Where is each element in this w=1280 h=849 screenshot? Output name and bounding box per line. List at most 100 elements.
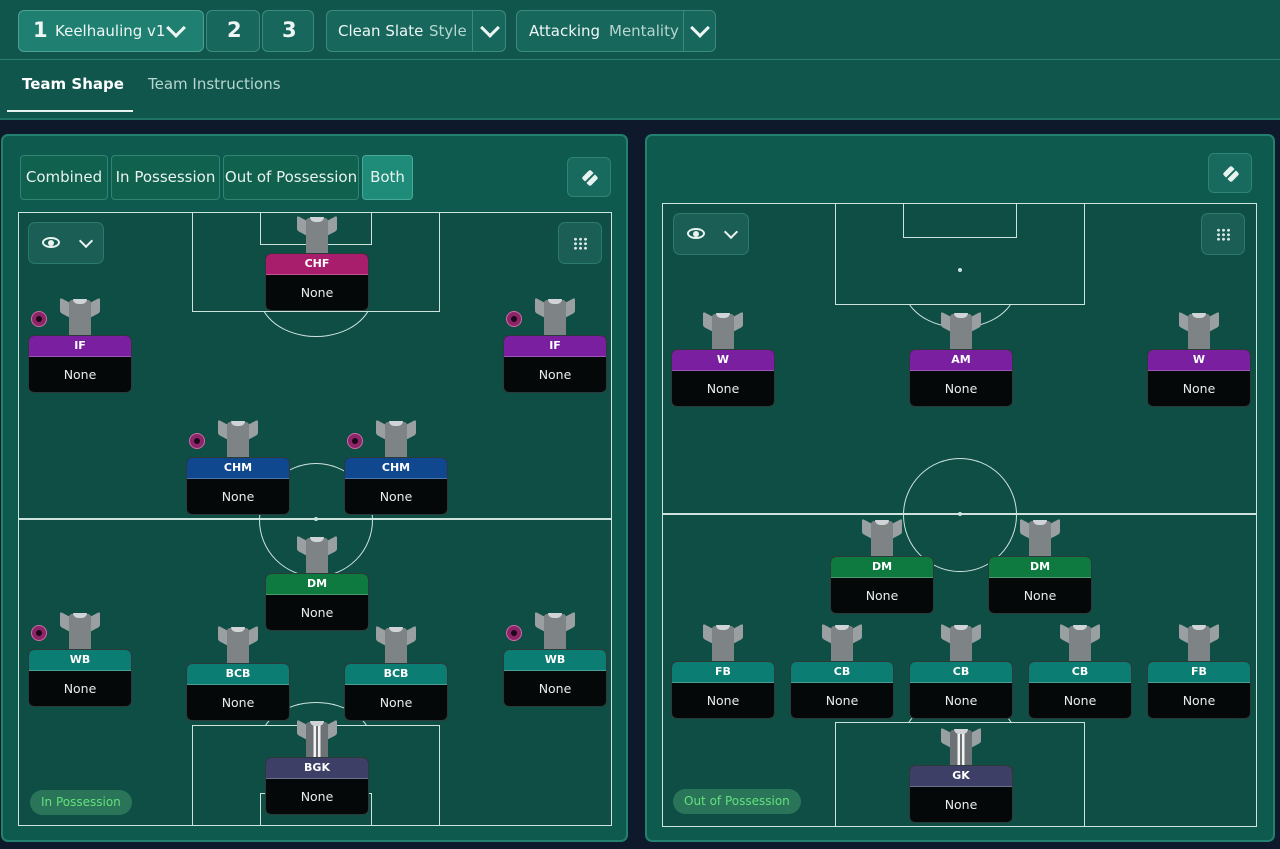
- view-combined-button[interactable]: Combined: [20, 155, 108, 200]
- player-card[interactable]: DM None: [988, 556, 1092, 614]
- eye-icon: [42, 237, 60, 248]
- mentality-divider: [683, 11, 684, 51]
- player-role: CHM: [187, 458, 289, 479]
- player-slot-cb[interactable]: CB None: [1028, 623, 1132, 719]
- player-card[interactable]: WB None: [28, 649, 132, 707]
- player-name: None: [1063, 693, 1097, 708]
- mentality-selector[interactable]: Attacking Mentality: [516, 10, 716, 52]
- player-card[interactable]: GK None: [909, 765, 1013, 823]
- swap-button[interactable]: [567, 157, 611, 197]
- chevron-down-icon: [78, 233, 94, 249]
- tab-team-instructions[interactable]: Team Instructions: [148, 75, 281, 93]
- grid-icon: [1216, 228, 1231, 241]
- role-duty-badge-icon: [347, 433, 363, 449]
- chevron-down-icon: [690, 18, 710, 38]
- player-card[interactable]: CB None: [790, 661, 894, 719]
- player-name: None: [63, 681, 97, 696]
- player-slot-gk[interactable]: GK None: [909, 727, 1013, 823]
- player-slot-cb[interactable]: CB None: [909, 623, 1013, 719]
- tactic-slot-2-button[interactable]: 2: [206, 10, 260, 52]
- role-duty-badge-icon: [189, 433, 205, 449]
- style-label: Style: [429, 22, 467, 40]
- grid-icon: [573, 237, 588, 250]
- player-slot-bcb[interactable]: BCB None: [344, 625, 448, 721]
- phase-tag: In Possession: [30, 790, 132, 815]
- player-slot-dm[interactable]: DM None: [265, 535, 369, 631]
- player-slot-wb[interactable]: WB None: [28, 611, 132, 707]
- player-card[interactable]: FB None: [1147, 661, 1251, 719]
- shirt-icon: [60, 611, 100, 651]
- grid-toggle[interactable]: [1201, 213, 1245, 255]
- player-card[interactable]: IF None: [28, 335, 132, 393]
- swap-button[interactable]: [1208, 153, 1252, 193]
- player-card[interactable]: DM None: [830, 556, 934, 614]
- player-slot-fb[interactable]: FB None: [1147, 623, 1251, 719]
- player-slot-fb[interactable]: FB None: [671, 623, 775, 719]
- player-card[interactable]: CHF None: [265, 253, 369, 311]
- player-card[interactable]: WB None: [503, 649, 607, 707]
- style-divider: [472, 11, 473, 51]
- player-card[interactable]: CHM None: [186, 457, 290, 515]
- tactic-selector[interactable]: 1 Keelhauling v1: [18, 10, 204, 52]
- player-slot-bgk[interactable]: BGK None: [265, 719, 369, 815]
- tactic-name: Keelhauling v1: [55, 22, 166, 40]
- swap-icon: [581, 169, 599, 187]
- shirt-icon: [60, 297, 100, 337]
- player-card[interactable]: DM None: [265, 573, 369, 631]
- visibility-toggle[interactable]: [673, 213, 749, 255]
- tab-team-shape[interactable]: Team Shape: [22, 75, 124, 93]
- player-card[interactable]: BCB None: [186, 663, 290, 721]
- player-slot-w[interactable]: W None: [1147, 311, 1251, 407]
- player-card[interactable]: CB None: [1028, 661, 1132, 719]
- player-card[interactable]: BCB None: [344, 663, 448, 721]
- player-slot-chf[interactable]: CHF None: [265, 215, 369, 311]
- player-slot-chm[interactable]: CHM None: [344, 419, 448, 515]
- tactic-slot-3-label: 3: [282, 18, 297, 42]
- role-duty-badge-icon: [506, 625, 522, 641]
- player-name: None: [221, 695, 255, 710]
- shirt-icon: [1179, 623, 1219, 663]
- shirt-icon: [535, 611, 575, 651]
- visibility-toggle[interactable]: [28, 222, 104, 264]
- player-card[interactable]: IF None: [503, 335, 607, 393]
- shirt-icon: [535, 297, 575, 337]
- player-slot-if[interactable]: IF None: [28, 297, 132, 393]
- player-card[interactable]: FB None: [671, 661, 775, 719]
- in-possession-pitch: In Possession CHF None IF None IF None CHM None…: [18, 212, 612, 826]
- player-slot-cb[interactable]: CB None: [790, 623, 894, 719]
- player-card[interactable]: W None: [1147, 349, 1251, 407]
- player-card[interactable]: CB None: [909, 661, 1013, 719]
- view-in-possession-button[interactable]: In Possession: [111, 155, 220, 200]
- player-card[interactable]: CHM None: [344, 457, 448, 515]
- player-name: None: [379, 489, 413, 504]
- player-name: None: [944, 381, 978, 396]
- player-slot-w[interactable]: W None: [671, 311, 775, 407]
- style-selector[interactable]: Clean Slate Style: [326, 10, 506, 52]
- player-role: CB: [910, 662, 1012, 683]
- player-role: W: [1148, 350, 1250, 371]
- player-card[interactable]: BGK None: [265, 757, 369, 815]
- player-card[interactable]: W None: [671, 349, 775, 407]
- player-slot-wb[interactable]: WB None: [503, 611, 607, 707]
- player-name: None: [1023, 588, 1057, 603]
- player-role: CB: [791, 662, 893, 683]
- goalkeeper-shirt-icon: [297, 719, 337, 759]
- out-of-possession-pitch: Out of Possession W None AM None W None DM None…: [662, 203, 1257, 827]
- view-both-button[interactable]: Both: [362, 155, 413, 200]
- player-role: WB: [504, 650, 606, 671]
- player-slot-if[interactable]: IF None: [503, 297, 607, 393]
- shirt-icon: [218, 419, 258, 459]
- player-slot-am[interactable]: AM None: [909, 311, 1013, 407]
- tactic-slot-3-button[interactable]: 3: [262, 10, 314, 52]
- player-slot-dm[interactable]: DM None: [988, 518, 1092, 614]
- player-slot-bcb[interactable]: BCB None: [186, 625, 290, 721]
- player-role: BCB: [187, 664, 289, 685]
- player-slot-chm[interactable]: CHM None: [186, 419, 290, 515]
- grid-toggle[interactable]: [558, 222, 602, 264]
- player-role: DM: [989, 557, 1091, 578]
- role-duty-badge-icon: [506, 311, 522, 327]
- player-slot-dm[interactable]: DM None: [830, 518, 934, 614]
- shirt-icon: [1060, 623, 1100, 663]
- player-card[interactable]: AM None: [909, 349, 1013, 407]
- view-out-of-possession-button[interactable]: Out of Possession: [223, 155, 359, 200]
